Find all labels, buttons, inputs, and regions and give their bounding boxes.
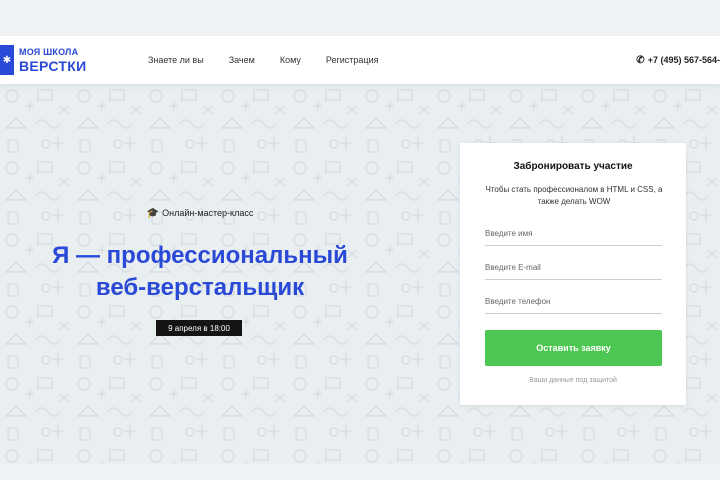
phone-number: +7 (495) 567-564- [647, 55, 720, 65]
main-nav: Знаете ли вы Зачем Кому Регистрация [148, 36, 404, 84]
privacy-note: Ваши данные под защитой [529, 377, 617, 384]
submit-application-button[interactable]: Оставить заявку [485, 330, 662, 366]
graduation-cap-icon: 🎓 [146, 208, 160, 219]
event-date-badge: 9 апреля в 18:00 [156, 320, 242, 336]
form-title: Забронировать участие [513, 161, 633, 172]
hero-subtitle-text: Онлайн-мастер-класс [162, 208, 254, 218]
star-icon: ✱ [0, 45, 14, 75]
phone-input[interactable] [485, 290, 662, 314]
phone-contact[interactable]: ✆ +7 (495) 567-564- [636, 36, 720, 84]
registration-form: Забронировать участие Чтобы стать профес… [460, 143, 686, 405]
hero-headline: Я — профессиональный веб-верстальщик [0, 240, 400, 304]
logo-line-2: ВЕРСТКИ [19, 57, 87, 74]
nav-item-registration[interactable]: Регистрация [326, 55, 379, 65]
logo-text: МОЯ ШКОЛА ВЕРСТКИ [19, 46, 87, 74]
site-logo[interactable]: ✱ МОЯ ШКОЛА ВЕРСТКИ [0, 43, 86, 77]
nav-item-why[interactable]: Зачем [229, 55, 255, 65]
hero-subtitle: 🎓 Онлайн-мастер-класс [0, 208, 400, 219]
hero-headline-line-2: веб-верстальщик [95, 274, 305, 301]
nav-item-who[interactable]: Кому [280, 55, 301, 65]
top-strip [0, 0, 720, 36]
logo-line-1: МОЯ ШКОЛА [19, 46, 79, 57]
nav-item-facts[interactable]: Знаете ли вы [148, 55, 204, 65]
name-input[interactable] [485, 222, 662, 246]
hero-headline-line-1: Я — профессиональный [52, 242, 348, 269]
hero-section: 🎓 Онлайн-мастер-класс Я — профессиональны… [0, 84, 720, 464]
phone-icon: ✆ [636, 54, 645, 66]
email-input[interactable] [485, 256, 662, 280]
bottom-strip [0, 464, 720, 480]
site-header: ✱ МОЯ ШКОЛА ВЕРСТКИ Знаете ли вы Зачем К… [0, 36, 720, 84]
form-description: Чтобы стать профессионалом в HTML и CSS,… [485, 185, 663, 206]
